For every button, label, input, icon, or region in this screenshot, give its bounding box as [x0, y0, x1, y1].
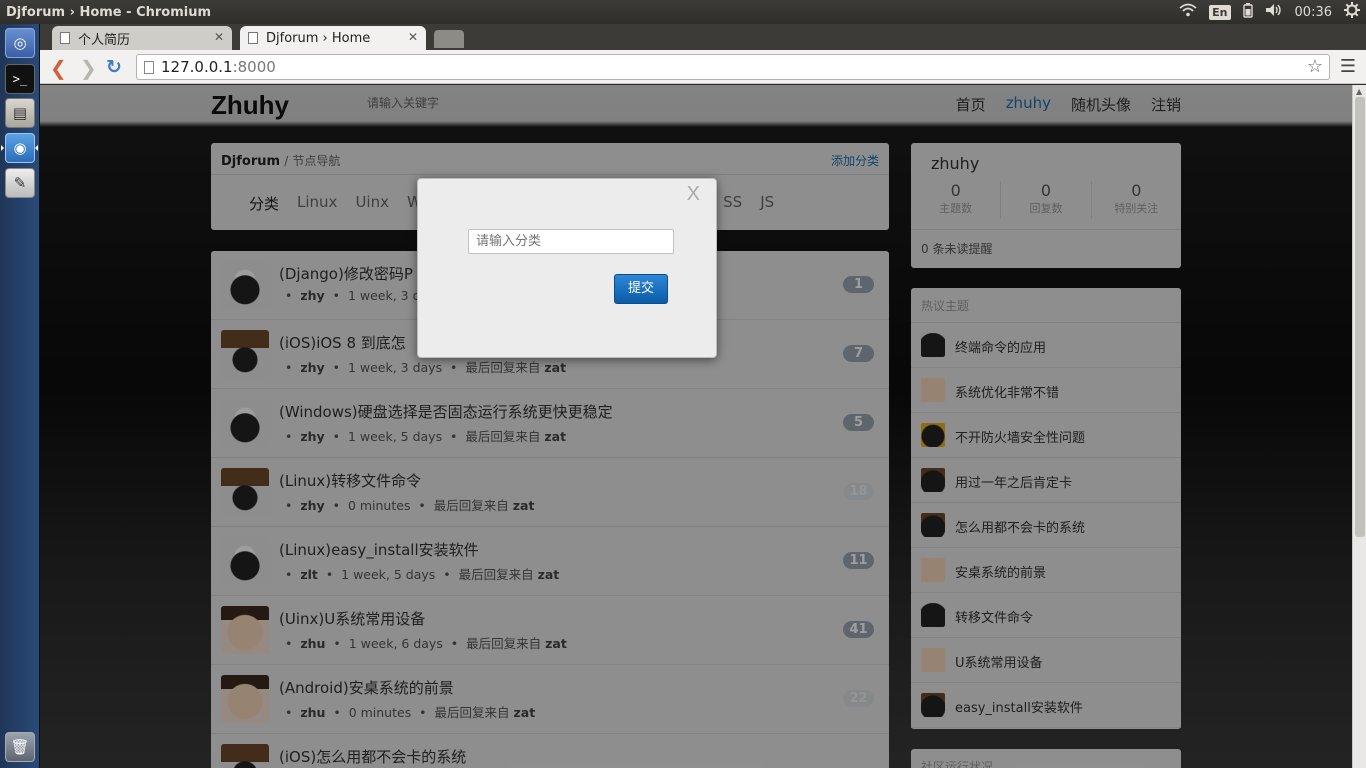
wifi-icon[interactable] [1179, 3, 1197, 21]
close-tab-icon[interactable]: ✕ [214, 30, 224, 44]
battery-icon[interactable] [1242, 2, 1253, 22]
tab-label: Djforum › Home [266, 30, 371, 46]
clock[interactable]: 00:36 [1295, 5, 1332, 20]
forward-arrow-icon[interactable]: ❯ [80, 56, 97, 80]
dash-home-icon[interactable]: ◎ [5, 28, 35, 58]
category-name-input[interactable] [468, 229, 674, 254]
reload-icon[interactable]: ↻ [106, 56, 122, 78]
window-title: Djforum › Home - Chromium [6, 4, 212, 20]
page-icon [144, 61, 154, 74]
url-host: 127.0.0.1 [161, 58, 233, 76]
bookmark-star-icon[interactable]: ☆ [1307, 56, 1323, 77]
address-bar[interactable]: 127.0.0.1:8000 ☆ [136, 54, 1330, 80]
gear-icon[interactable] [1344, 2, 1360, 22]
terminal-icon[interactable]: >_ [5, 64, 35, 94]
new-tab-button[interactable] [434, 30, 464, 48]
keyboard-layout-indicator[interactable]: En [1209, 4, 1231, 20]
system-top-panel: Djforum › Home - Chromium En 00:36 [0, 0, 1366, 24]
page-icon [248, 32, 258, 44]
unity-launcher: ◎ >_ ▤ ◉ ✎ 🗑 [0, 24, 40, 768]
submit-button[interactable]: 提交 [614, 274, 668, 304]
launcher-running-indicator [1, 145, 4, 151]
volume-icon[interactable] [1265, 3, 1283, 21]
browser-toolbar: ❮ ❯ ↻ 127.0.0.1:8000 ☆ ☰ [40, 50, 1366, 84]
tab-resume[interactable]: 个人简历 ✕ [52, 26, 232, 50]
text-editor-icon[interactable]: ✎ [5, 168, 35, 198]
launcher-focus-indicator [35, 145, 38, 151]
close-icon[interactable]: X [687, 183, 700, 206]
tab-strip: 个人简历 ✕ Djforum › Home ✕ [40, 24, 1366, 50]
tab-label: 个人简历 [78, 32, 131, 48]
url-port: :8000 [232, 58, 276, 76]
scrollbar-thumb[interactable] [1355, 97, 1365, 537]
page-icon [60, 32, 70, 44]
close-tab-icon[interactable]: ✕ [408, 30, 418, 44]
file-manager-icon[interactable]: ▤ [5, 98, 35, 128]
page-scrollbar[interactable]: ▲ [1352, 85, 1366, 768]
trash-icon[interactable]: 🗑 [5, 732, 35, 762]
add-category-dialog: X 提交 [417, 178, 717, 358]
tab-djforum[interactable]: Djforum › Home ✕ [240, 26, 426, 50]
chromium-icon[interactable]: ◉ [5, 133, 35, 163]
menu-icon[interactable]: ☰ [1340, 56, 1356, 77]
scroll-up-icon[interactable]: ▲ [1356, 87, 1362, 96]
system-tray: En 00:36 [1179, 0, 1360, 24]
back-arrow-icon[interactable]: ❮ [50, 56, 67, 80]
